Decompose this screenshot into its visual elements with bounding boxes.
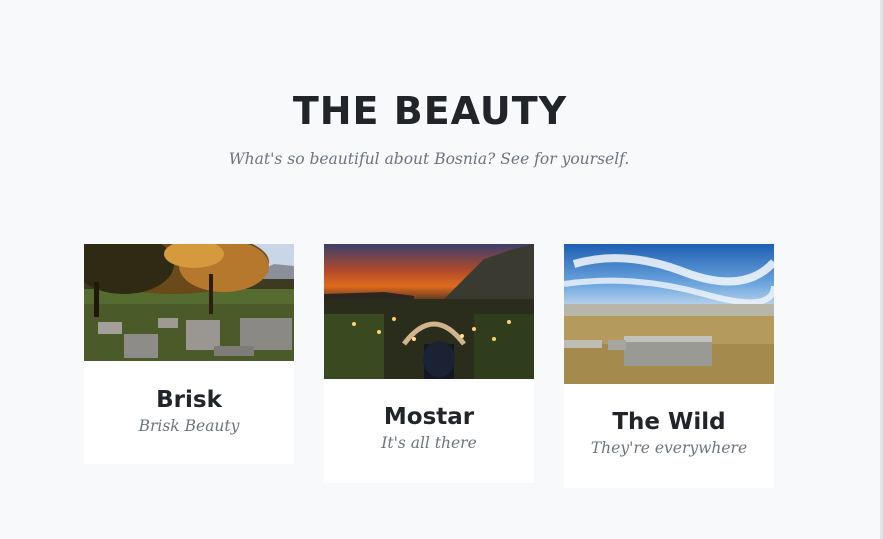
card-caption: The Wild They're everywhere <box>564 384 774 488</box>
section-subtitle: What's so beautiful about Bosnia? See fo… <box>228 150 630 168</box>
portfolio-card-brisk[interactable]: Brisk Brisk Beauty <box>84 244 294 464</box>
card-caption: Mostar It's all there <box>324 379 534 483</box>
mostar-photo[interactable] <box>324 244 534 379</box>
card-subtitle: They're everywhere <box>590 439 748 457</box>
card-caption: Brisk Brisk Beauty <box>84 361 294 464</box>
brisk-photo[interactable] <box>84 244 294 361</box>
card-subtitle: It's all there <box>381 434 477 452</box>
card-title: Mostar <box>383 404 475 430</box>
section-title: THE BEAUTY <box>292 89 568 133</box>
card-title: Brisk <box>156 387 222 413</box>
card-title: The Wild <box>612 409 726 435</box>
portfolio-card-mostar[interactable]: Mostar It's all there <box>324 244 534 483</box>
card-subtitle: Brisk Beauty <box>138 417 240 435</box>
the-wild-photo[interactable] <box>564 244 774 384</box>
portfolio-card-the-wild[interactable]: The Wild They're everywhere <box>564 244 774 488</box>
